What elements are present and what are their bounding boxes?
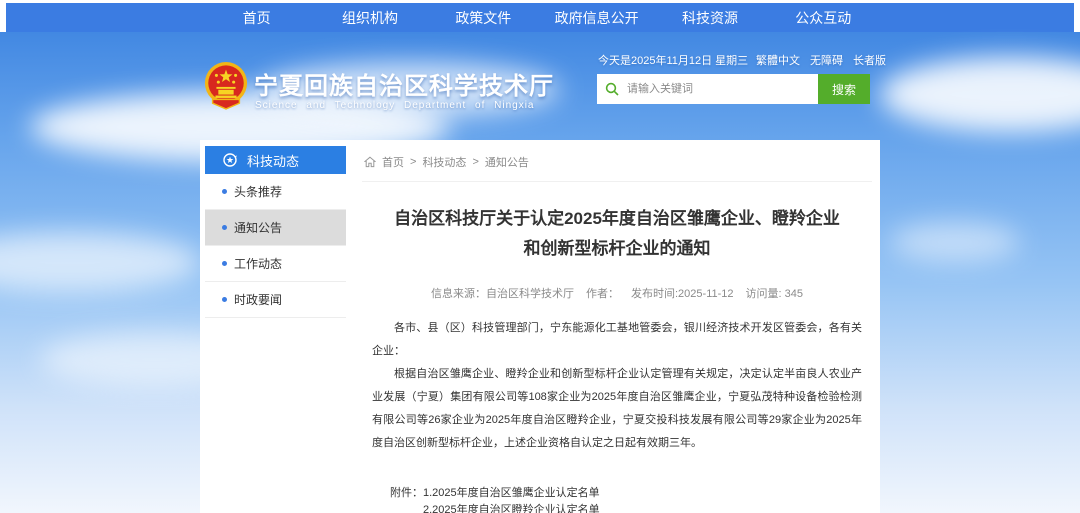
page: 首页 组织机构 政策文件 政府信息公开 科技资源 公众互动 宁夏回族自治区科学技…: [0, 0, 1080, 513]
breadcrumb-notices[interactable]: 通知公告: [485, 154, 529, 170]
national-emblem-logo: [203, 59, 249, 111]
meta-source: 信息来源：自治区科学技术厅: [431, 285, 574, 301]
sidebar-item-label: 通知公告: [234, 219, 282, 236]
nav-item-gov-info[interactable]: 政府信息公开: [540, 3, 653, 32]
sidebar-item-notices[interactable]: 通知公告: [205, 210, 346, 246]
attachments-block: 附件： 1.2025年度自治区雏鹰企业认定名单 2.2025年度自治区瞪羚企业认…: [362, 485, 872, 513]
sidebar-item-political-news[interactable]: 时政要闻: [205, 282, 346, 318]
article-paragraph: 各市、县（区）科技管理部门，宁东能源化工基地管委会，银川经济技术开发区管委会，各…: [372, 317, 862, 363]
breadcrumb-separator: >: [410, 156, 416, 168]
article-paragraph: 根据自治区雏鹰企业、瞪羚企业和创新型标杆企业认定管理有关规定，决定认定半亩良人农…: [372, 363, 862, 455]
site-title: 宁夏回族自治区科学技术厅: [254, 66, 554, 101]
bullet-dot-icon: [222, 261, 227, 266]
nav-item-organization[interactable]: 组织机构: [313, 3, 426, 32]
article-meta: 信息来源：自治区科学技术厅 作者： 发布时间:2025-11-12 访问量: 3…: [362, 285, 872, 301]
utility-links: 繁體中文 无障碍 长者版: [756, 52, 886, 68]
cloud-decoration: [890, 222, 1020, 262]
search-bar: 搜索: [597, 74, 870, 104]
bullet-dot-icon: [222, 225, 227, 230]
top-navigation-items: 首页 组织机构 政策文件 政府信息公开 科技资源 公众互动: [200, 3, 880, 32]
search-button[interactable]: 搜索: [818, 74, 870, 104]
link-traditional-chinese[interactable]: 繁體中文: [756, 52, 800, 68]
meta-publish-time: 发布时间:2025-11-12: [631, 285, 734, 301]
sidebar-item-label: 时政要闻: [234, 291, 282, 308]
sidebar-item-label: 头条推荐: [234, 183, 282, 200]
article-body: 各市、县（区）科技管理部门，宁东能源化工基地管委会，银川经济技术开发区管委会，各…: [372, 317, 862, 455]
top-navigation-bar: 首页 组织机构 政策文件 政府信息公开 科技资源 公众互动: [6, 3, 1074, 32]
link-accessibility[interactable]: 无障碍: [810, 52, 843, 68]
breadcrumb-sci-trends[interactable]: 科技动态: [422, 154, 466, 170]
home-icon: [364, 156, 376, 168]
attachments-list: 1.2025年度自治区雏鹰企业认定名单 2.2025年度自治区瞪羚企业认定名单 …: [423, 485, 633, 513]
attachment-link-1[interactable]: 1.2025年度自治区雏鹰企业认定名单: [423, 485, 633, 502]
cloud-decoration: [880, 57, 1080, 132]
breadcrumb-home[interactable]: 首页: [382, 154, 404, 170]
sidebar-menu: 科技动态 头条推荐 通知公告 工作动态 时政要闻: [205, 146, 346, 318]
breadcrumb-separator: >: [472, 156, 478, 168]
sidebar-header: 科技动态: [205, 146, 346, 174]
bullet-dot-icon: [222, 297, 227, 302]
meta-author: 作者：: [586, 285, 619, 301]
sidebar-title: 科技动态: [247, 151, 299, 170]
article-title: 自治区科技厅关于认定2025年度自治区雏鹰企业、瞪羚企业 和创新型标杆企业的通知: [362, 204, 872, 264]
sidebar-item-headlines[interactable]: 头条推荐: [205, 174, 346, 210]
attachments-label: 附件：: [390, 485, 423, 513]
current-date-text: 今天是2025年11月12日 星期三: [598, 52, 748, 68]
site-subtitle-english: Science and Technology Department of Nin…: [255, 100, 535, 111]
nav-item-policy[interactable]: 政策文件: [427, 3, 540, 32]
nav-item-home[interactable]: 首页: [200, 3, 313, 32]
search-icon: [605, 82, 619, 96]
nav-item-public-interaction[interactable]: 公众互动: [767, 3, 880, 32]
sidebar-item-work-trends[interactable]: 工作动态: [205, 246, 346, 282]
attachment-link-2[interactable]: 2.2025年度自治区瞪羚企业认定名单: [423, 502, 633, 513]
meta-views: 访问量: 345: [746, 285, 803, 301]
breadcrumb: 首页 > 科技动态 > 通知公告: [362, 148, 872, 182]
link-elderly-version[interactable]: 长者版: [853, 52, 886, 68]
sidebar-item-label: 工作动态: [234, 255, 282, 272]
article-area: 首页 > 科技动态 > 通知公告 自治区科技厅关于认定2025年度自治区雏鹰企业…: [362, 148, 872, 513]
search-input-container: [597, 74, 818, 104]
bullet-dot-icon: [222, 189, 227, 194]
cloud-decoration: [0, 232, 200, 292]
star-circle-icon: [222, 152, 238, 168]
nav-item-sci-resources[interactable]: 科技资源: [653, 3, 766, 32]
search-input[interactable]: [625, 82, 810, 96]
content-container: 科技动态 头条推荐 通知公告 工作动态 时政要闻: [200, 140, 880, 513]
